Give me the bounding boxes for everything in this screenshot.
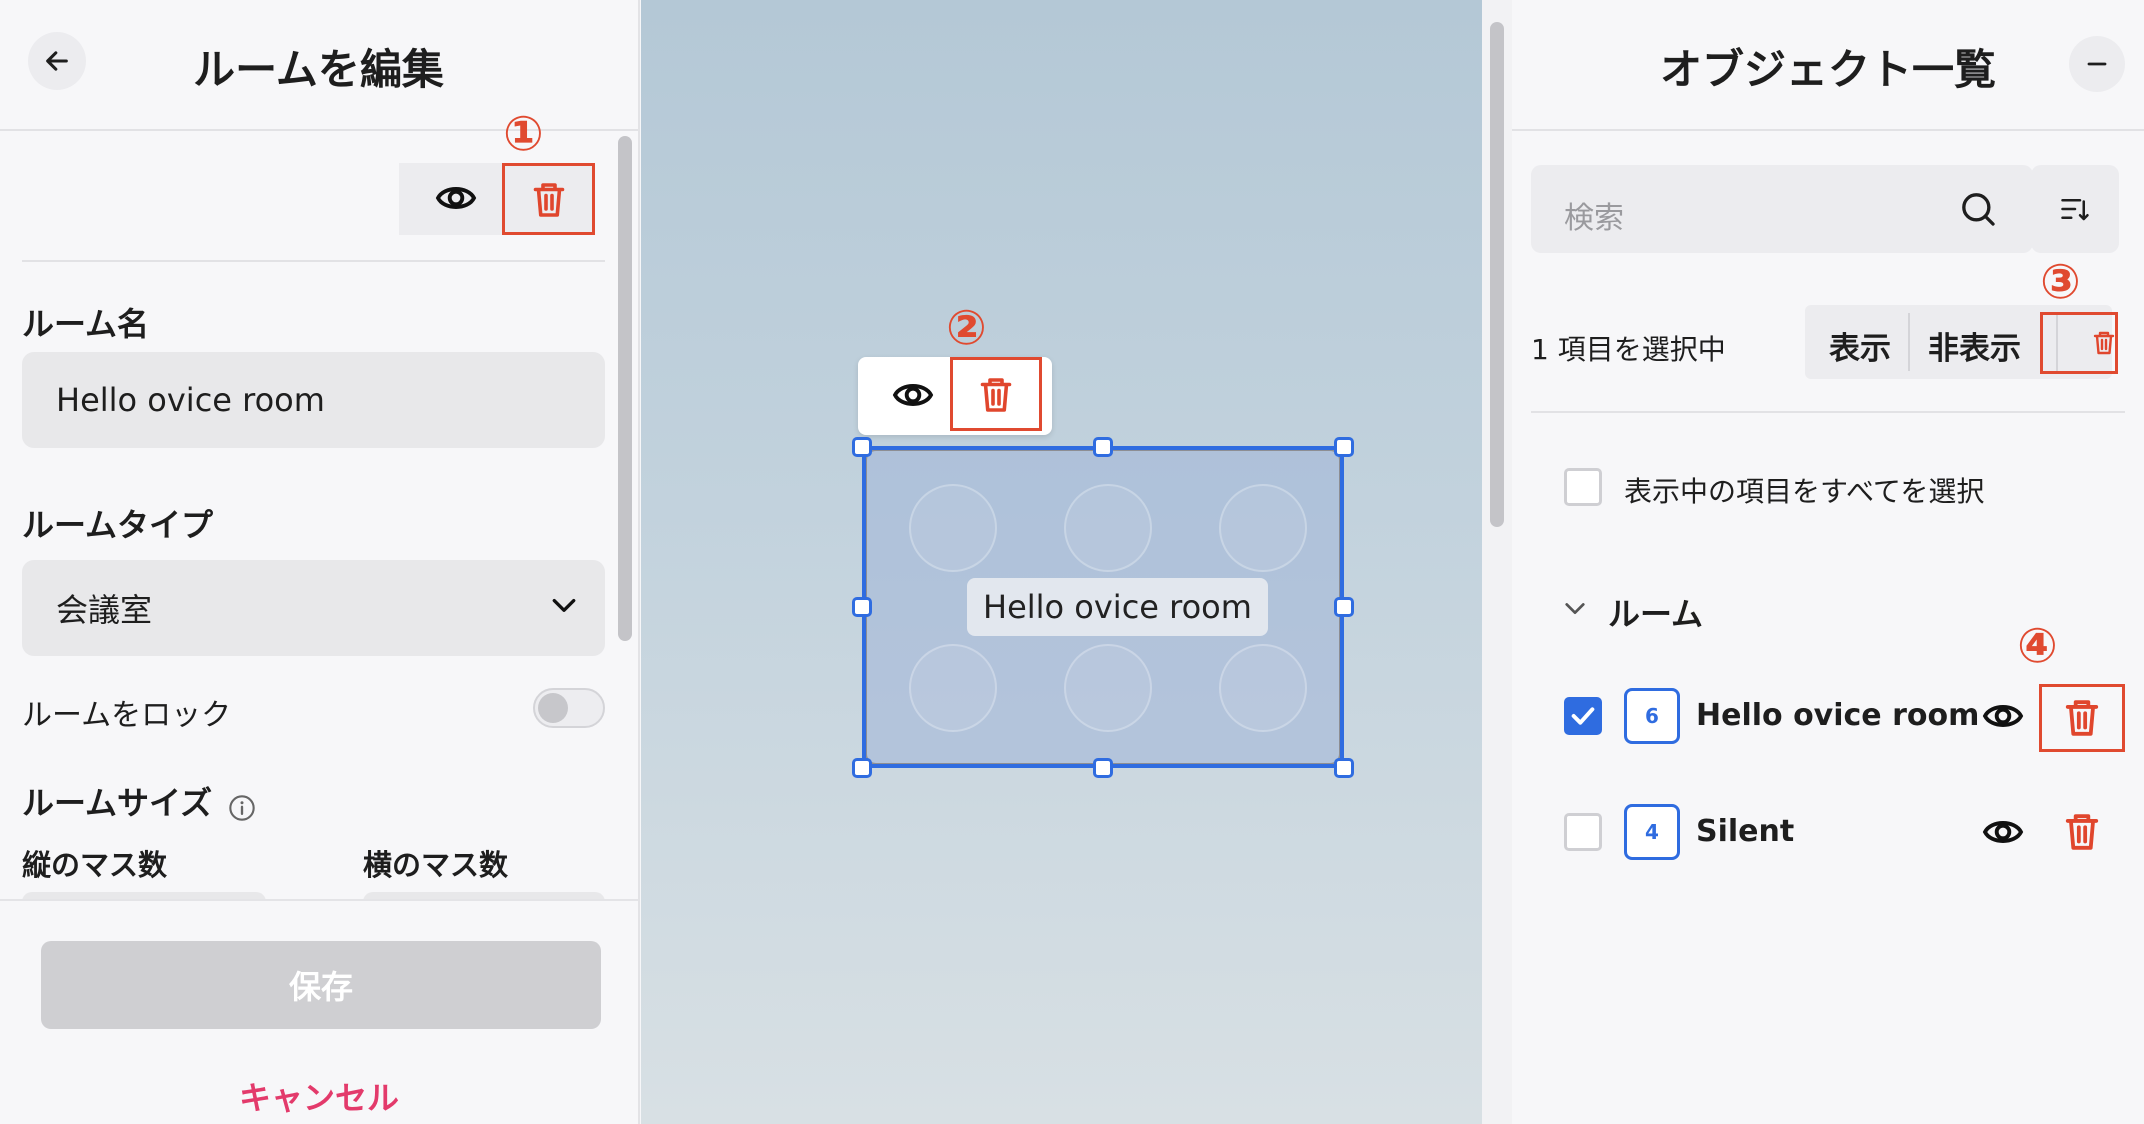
hide-button[interactable]: 非表示 xyxy=(1928,323,2021,368)
annotation-badge-2: ② xyxy=(946,300,987,356)
chevron-down-icon xyxy=(552,598,576,612)
item-checkbox[interactable] xyxy=(1564,813,1602,851)
resize-handle-s[interactable] xyxy=(1093,758,1113,778)
resize-handle-sw[interactable] xyxy=(852,758,872,778)
toggle-knob xyxy=(538,693,568,723)
eye-icon[interactable] xyxy=(435,180,477,216)
divider xyxy=(22,260,605,262)
checkmark-icon xyxy=(1571,707,1595,725)
cols-label: 横のマス数 xyxy=(363,848,509,882)
scrollbar[interactable] xyxy=(1490,22,1504,527)
separator xyxy=(1908,313,1910,371)
lock-room-toggle[interactable] xyxy=(533,688,605,728)
sort-icon xyxy=(2061,199,2089,221)
room-type-select[interactable]: 会議室 xyxy=(22,560,605,656)
resize-handle-n[interactable] xyxy=(1093,437,1113,457)
resize-handle-w[interactable] xyxy=(852,597,872,617)
item-name[interactable]: Silent xyxy=(1696,814,1794,849)
resize-handle-e[interactable] xyxy=(1334,597,1354,617)
room-name-label: ルーム名 xyxy=(22,305,150,343)
section-title: ルーム xyxy=(1608,595,1704,633)
footer: 保存 キャンセル xyxy=(0,899,638,1124)
canvas-scrollbar-track xyxy=(1482,0,1512,1124)
info-icon[interactable] xyxy=(228,794,256,822)
eye-icon[interactable] xyxy=(1982,814,2024,850)
room-type-value: 会議室 xyxy=(56,591,153,629)
item-name[interactable]: Hello ovice room xyxy=(1696,698,1979,733)
capacity-badge: 4 xyxy=(1624,804,1680,860)
scrollbar[interactable] xyxy=(618,136,632,641)
cancel-button[interactable]: キャンセル xyxy=(0,1073,638,1119)
trash-icon[interactable] xyxy=(531,180,567,220)
highlight-box-3 xyxy=(2040,312,2118,374)
resize-handle-nw[interactable] xyxy=(852,437,872,457)
search-input[interactable]: 検索 xyxy=(1531,165,2033,253)
room-type-label: ルームタイプ xyxy=(22,506,214,544)
edit-room-panel: ルームを編集 ① ルーム名 Hello ovice room ルームタイプ 会議… xyxy=(0,0,640,1124)
item-checkbox[interactable] xyxy=(1564,697,1602,735)
object-list-panel: オブジェクト一覧 検索 1 項目を選択中 表示 非表示 ③ 表示中の項目をすべて… xyxy=(1512,0,2144,1124)
trash-icon[interactable] xyxy=(978,375,1014,415)
object-list-header: オブジェクト一覧 xyxy=(1512,0,2144,131)
selection-outline xyxy=(862,446,1344,768)
minus-icon xyxy=(2087,62,2107,66)
annotation-badge-3: ③ xyxy=(2040,254,2081,310)
room-size-label: ルームサイズ xyxy=(22,784,213,822)
room-name-input[interactable]: Hello ovice room xyxy=(22,352,605,448)
save-button[interactable]: 保存 xyxy=(41,941,601,1029)
select-all-label: 表示中の項目をすべてを選択 xyxy=(1624,475,1985,508)
panel-title: オブジェクト一覧 xyxy=(1659,45,1996,94)
chevron-down-icon[interactable] xyxy=(1564,601,1586,617)
annotation-badge-1: ① xyxy=(503,106,544,162)
capacity-badge: 6 xyxy=(1624,688,1680,744)
rows-label: 縦のマス数 xyxy=(22,848,168,882)
select-all-checkbox[interactable] xyxy=(1564,468,1602,506)
search-icon xyxy=(1962,193,1995,226)
trash-icon[interactable] xyxy=(2063,696,2101,740)
eye-icon[interactable] xyxy=(892,377,934,413)
resize-handle-se[interactable] xyxy=(1334,758,1354,778)
page-title: ルームを編集 xyxy=(193,45,444,94)
selection-count: 1 項目を選択中 xyxy=(1531,333,1726,366)
minimize-button[interactable] xyxy=(2069,36,2125,92)
search-placeholder: 検索 xyxy=(1564,201,1624,236)
show-button[interactable]: 表示 xyxy=(1829,323,1891,368)
trash-icon[interactable] xyxy=(2063,810,2101,854)
eye-icon[interactable] xyxy=(1982,698,2024,734)
sort-button[interactable] xyxy=(2031,165,2119,253)
resize-handle-ne[interactable] xyxy=(1334,437,1354,457)
lock-room-label: ルームをロック xyxy=(22,698,232,733)
divider xyxy=(1531,411,2125,413)
annotation-badge-4: ④ xyxy=(2017,618,2058,674)
